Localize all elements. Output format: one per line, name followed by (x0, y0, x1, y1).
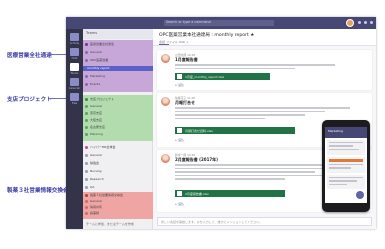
channel-item-selected[interactable]: monthly report (83, 66, 153, 71)
attachment-name: 2月度報告書.xlsx (185, 191, 209, 196)
join-team-label: チームに参加、またはチームを作成 (86, 222, 134, 226)
compose-box[interactable]: 新しい会話を開始します。@を入力して、誰かにメンションしてください。 (157, 217, 372, 226)
active-tab-indicator (159, 44, 169, 45)
excel-icon (177, 128, 182, 133)
phone-post[interactable] (327, 157, 365, 173)
channel-item[interactable]: 議事録 (85, 211, 99, 216)
mobile-phone: Marketing (322, 120, 370, 212)
channel-item[interactable]: QA (85, 185, 94, 190)
teams-list: Teams 医療営業全社通達 General OPC医薬営業 monthly r… (83, 29, 153, 229)
calendar-icon[interactable] (70, 78, 79, 86)
channel-item[interactable]: Planning (85, 132, 103, 137)
channel-item[interactable]: Events (85, 82, 100, 87)
channel-title: OPC医薬営業本社通達局 : monthly report ★ (159, 33, 255, 38)
files-icon[interactable] (70, 93, 79, 101)
reply-link[interactable]: ↩ 返信 (175, 83, 184, 87)
conversation-post[interactable]: 山田太郎 10:30 1月度報告書 1月度_monthly_report.xls… (157, 50, 372, 90)
avatar (160, 96, 171, 107)
search-placeholder: Search or type a command (166, 20, 211, 24)
team-group-sales: 医療営業全社通達 General OPC医薬営業 monthly report … (83, 40, 153, 92)
maximize-icon[interactable] (364, 21, 367, 24)
channel-header: OPC医薬営業本社通達局 : monthly report ★ 会話 ファイル … (153, 29, 376, 46)
team-item[interactable]: 支店プロジェクト (85, 97, 114, 102)
attachment-name: 月報打合せ資料.xlsx (185, 128, 213, 133)
team-group-pharma: 製薬３社営業情報交換会 General 情報共有 議事録 (83, 192, 153, 219)
channel-item[interactable]: Research (85, 177, 104, 182)
post-title: 月報打合せ (175, 100, 195, 105)
phone-header-title: Marketing (328, 129, 343, 133)
excel-icon (177, 191, 182, 196)
teams-icon[interactable] (70, 63, 79, 71)
activity-icon[interactable] (70, 33, 79, 41)
teams-header-label: Teams (86, 31, 98, 35)
excel-attachment[interactable]: 月報打合せ資料.xlsx (175, 127, 295, 134)
channel-item[interactable]: Marketing (85, 74, 105, 79)
channel-item[interactable]: General (85, 153, 102, 158)
title-bar: Search or type a command (66, 17, 376, 29)
callout-support: 支店プロジェクト (7, 97, 52, 103)
team-item[interactable]: 製薬３社営業情報交換会 (85, 193, 123, 198)
channel-item[interactable]: General (85, 104, 102, 109)
avatar (160, 53, 171, 64)
channel-item[interactable]: 勉強会 (85, 161, 99, 166)
app-label-calendar: Calendar (68, 87, 81, 90)
team-group-mr: ハイパーMR全体会 General 勉強会 Nursing Research Q… (83, 143, 153, 191)
app-label-teams: Teams (70, 72, 79, 75)
app-label-files: Files (71, 102, 78, 105)
post-body (175, 107, 360, 121)
avatar (160, 153, 171, 164)
channel-item[interactable]: General (85, 50, 102, 55)
phone-nav-bar (322, 206, 370, 210)
post-body (175, 64, 360, 71)
excel-attachment[interactable]: 1月度_monthly_report.xlsx (175, 73, 270, 80)
app-label-chat: Chat (71, 57, 78, 60)
team-item[interactable]: 医療営業全社通達 (85, 42, 114, 47)
post-title: 2月度報告書 (2017年) (175, 157, 218, 162)
chat-icon[interactable] (70, 48, 79, 56)
channel-item[interactable]: General (85, 199, 102, 204)
phone-post[interactable] (327, 140, 365, 155)
phone-screen: Marketing (325, 127, 367, 203)
minimize-icon[interactable] (358, 21, 361, 24)
post-title: 1月度報告書 (175, 57, 198, 62)
phone-post[interactable] (327, 175, 365, 189)
channel-item[interactable]: OPC医薬営業 (85, 58, 108, 63)
compose-placeholder: 新しい会話を開始します。@を入力して、誰かにメンションしてください。 (161, 220, 263, 224)
channel-item[interactable]: 情報共有 (85, 205, 102, 210)
app-label-activity: Activity (69, 42, 80, 45)
excel-icon (177, 74, 182, 79)
search-box[interactable]: Search or type a command (164, 20, 274, 26)
callout-info: 製薬３社営業情報交換会 (7, 188, 69, 194)
excel-attachment[interactable]: 2月度報告書.xlsx (175, 190, 285, 197)
phone-header: Marketing (325, 127, 367, 138)
team-group-branch: 支店プロジェクト General 東京支店 大阪支店 名古屋支店 Plannin… (83, 95, 153, 141)
channel-item[interactable]: 名古屋支店 (85, 125, 105, 130)
reply-link[interactable]: ↩ 返信 (175, 202, 184, 206)
channel-item[interactable]: 東京支店 (85, 111, 102, 116)
compose-fab-icon[interactable] (356, 191, 364, 199)
app-bar: Activity Chat Teams Calendar Files (66, 29, 83, 229)
profile-avatar[interactable] (346, 19, 354, 27)
close-icon[interactable] (370, 21, 373, 24)
join-team-link[interactable]: チームに参加、またはチームを作成 (83, 219, 153, 229)
callout-sales: 医療営業全社通達 (7, 53, 52, 59)
channel-item[interactable]: 大阪支店 (85, 118, 102, 123)
teams-header: Teams (83, 29, 153, 39)
channel-item[interactable]: Nursing (85, 169, 102, 174)
reply-link[interactable]: ↩ 返信 (175, 138, 184, 142)
attachment-name: 1月度_monthly_report.xlsx (185, 74, 225, 79)
team-item[interactable]: ハイパーMR全体会 (85, 145, 116, 150)
